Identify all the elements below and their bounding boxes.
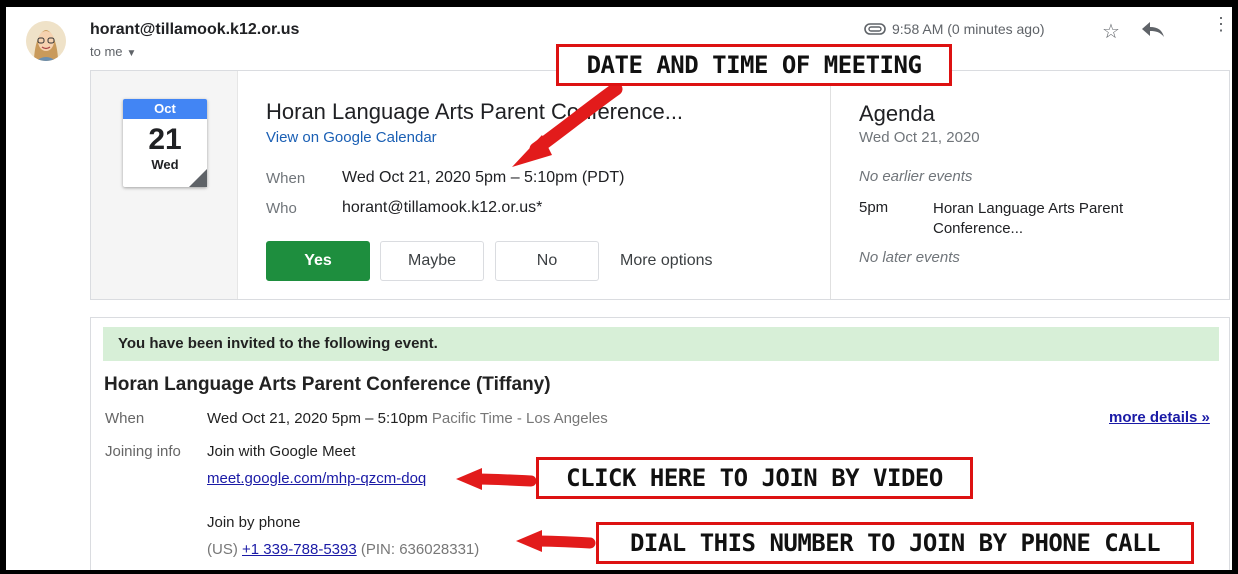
page-fold-icon [189,169,207,187]
invitation-title: Horan Language Arts Parent Conference (T… [104,374,551,395]
join-meet-heading: Join with Google Meet [207,443,356,460]
event-summary: Horan Language Arts Parent Conference...… [238,71,831,299]
phone-row: (US) +1 339-788-5393 (PIN: 636028331) [207,541,479,558]
more-vert-icon[interactable]: ⋮ [1212,15,1230,33]
chevron-down-icon[interactable]: ▼ [127,48,137,59]
event-title: Horan Language Arts Parent Conference... [266,99,684,124]
phone-pin: (PIN: 636028331) [360,541,480,558]
who-value: horant@tillamook.k12.or.us* [342,199,543,216]
no-later-events: No later events [859,249,960,266]
more-options-button[interactable]: More options [620,252,713,270]
phone-number-link[interactable]: +1 339-788-5393 [242,541,357,558]
invite-banner-text: You have been invited to the following e… [118,335,438,352]
when-label: When [266,170,306,187]
calendar-day: 21 [148,123,182,156]
sender-avatar[interactable] [26,21,66,61]
no-earlier-events: No earlier events [859,168,973,185]
agenda-panel: Agenda Wed Oct 21, 2020 No earlier event… [831,71,1229,299]
received-time: 9:58 AM (0 minutes ago) [892,21,1045,37]
rsvp-maybe-button[interactable]: Maybe [380,241,484,281]
invitation-when-time: Wed Oct 21, 2020 5pm – 5:10pm [207,410,428,427]
more-details-link[interactable]: more details » [1109,409,1210,426]
attachment-icon [864,23,886,35]
agenda-event-time: 5pm [859,199,889,216]
sender-email[interactable]: horant@tillamook.k12.or.us [90,21,299,39]
agenda-event-title[interactable]: Horan Language Arts Parent Conference... [933,199,1193,239]
meet-link-row: meet.google.com/mhp-qzcm-doq [207,470,426,487]
who-label: Who [266,200,297,217]
joining-info-label: Joining info [105,443,181,460]
avatar-illustration-icon [26,21,66,61]
rsvp-yes-button[interactable]: Yes [266,241,370,281]
agenda-date: Wed Oct 21, 2020 [859,129,980,146]
to-me-label: to me [90,44,123,59]
view-on-google-calendar-link[interactable]: View on Google Calendar [266,129,437,146]
calendar-invite-card: Oct 21 Wed Horan Language Arts Parent Co… [90,70,1230,300]
reply-icon[interactable] [1140,19,1166,39]
invite-banner: You have been invited to the following e… [103,327,1219,361]
invitation-timezone: Pacific Time - Los Angeles [431,410,608,427]
join-phone-heading: Join by phone [207,514,301,531]
calendar-icon-panel: Oct 21 Wed [91,71,238,299]
google-meet-link[interactable]: meet.google.com/mhp-qzcm-doq [207,470,426,487]
date-time-callout: DATE AND TIME OF MEETING [556,44,952,86]
star-icon[interactable]: ☆ [1102,19,1120,44]
recipient-details[interactable]: to me ▼ [90,44,136,59]
calendar-month: Oct [123,99,207,119]
video-callout: CLICK HERE TO JOIN BY VIDEO [536,457,973,499]
rsvp-no-button[interactable]: No [495,241,599,281]
invitation-when-label: When [105,410,145,427]
when-value: Wed Oct 21, 2020 5pm – 5:10pm (PDT) [342,169,625,186]
phone-country: (US) [207,541,238,558]
calendar-date-icon: Oct 21 Wed [123,99,207,187]
invitation-when-value: Wed Oct 21, 2020 5pm – 5:10pm Pacific Ti… [207,410,608,427]
email-view: horant@tillamook.k12.or.us to me ▼ 9:58 A… [6,7,1232,570]
agenda-title: Agenda [859,101,935,126]
phone-callout: DIAL THIS NUMBER TO JOIN BY PHONE CALL [596,522,1194,564]
